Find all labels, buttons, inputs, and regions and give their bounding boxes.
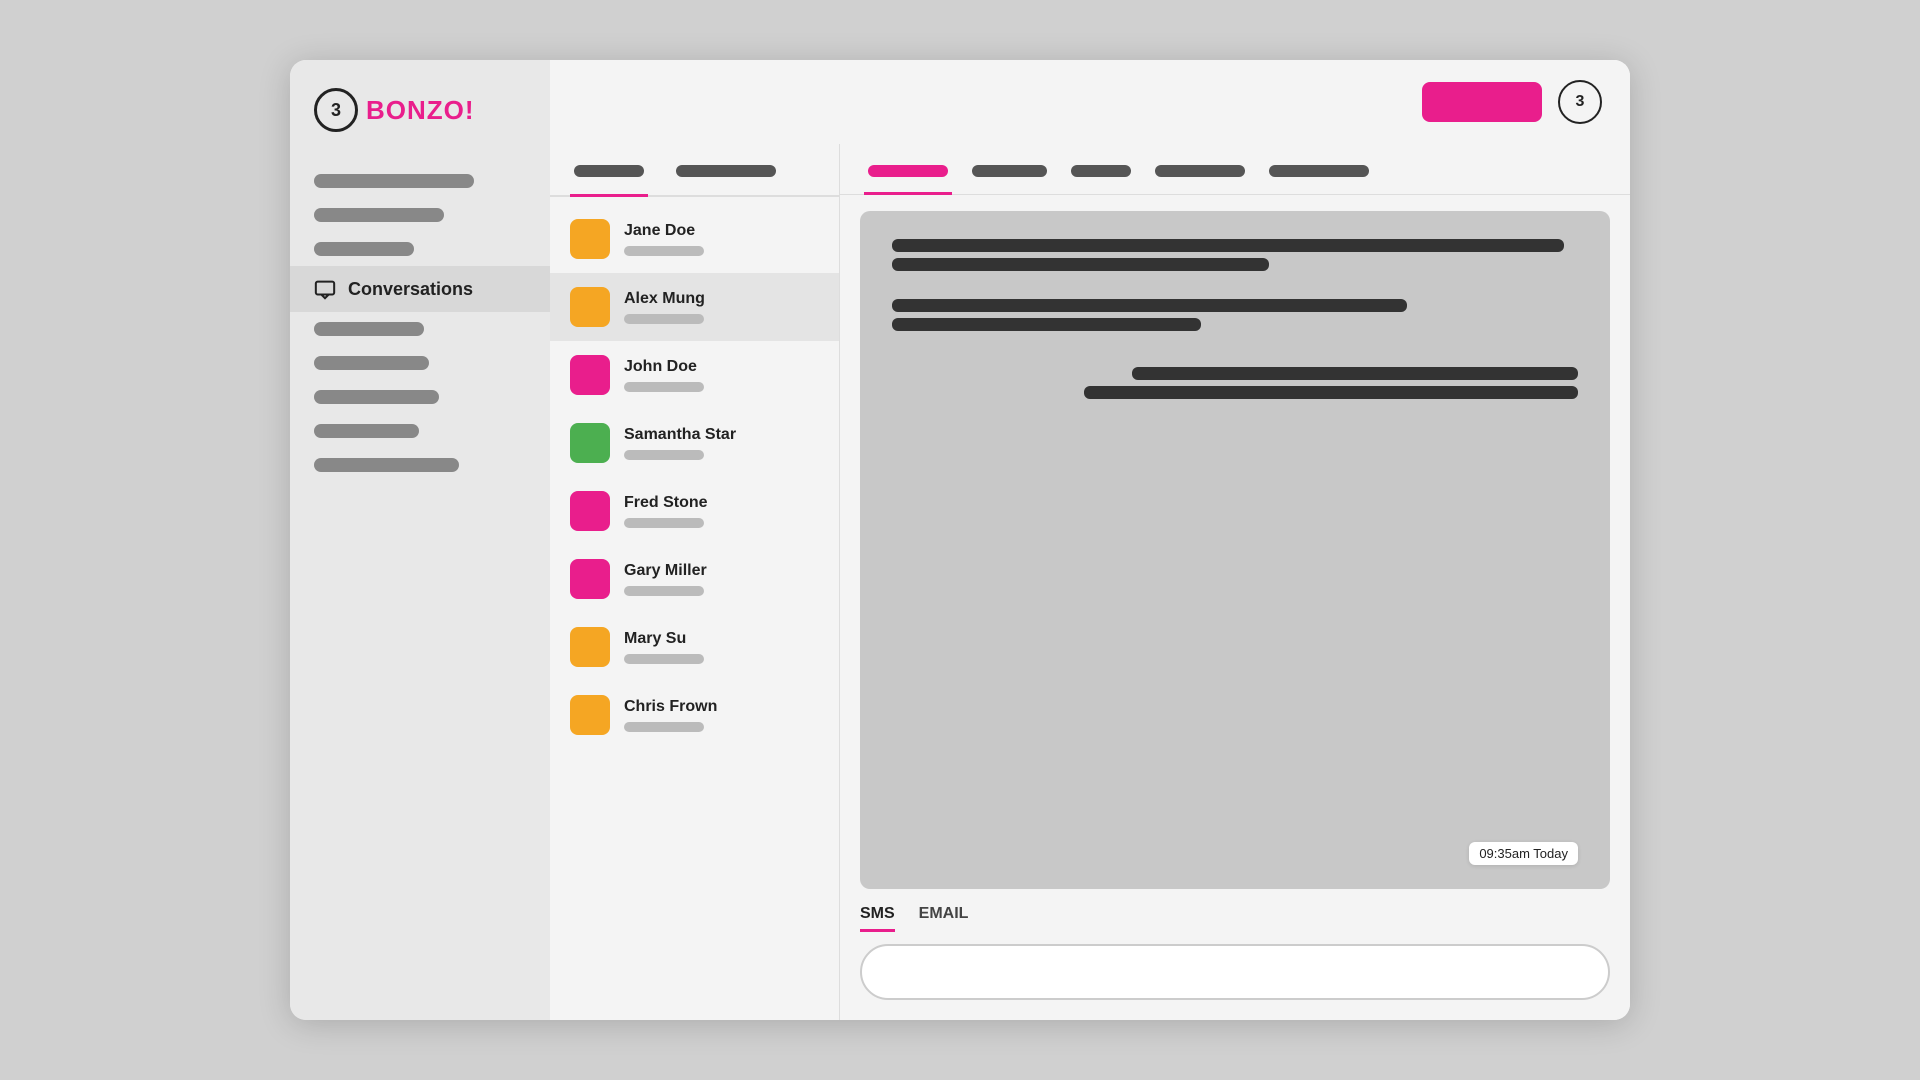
sidebar: 3 BONZO! Conversations <box>290 60 550 1020</box>
sidebar-nav-bar-5 <box>314 356 429 370</box>
contact-name-gary-miller: Gary Miller <box>624 562 707 580</box>
content-body: Jane Doe Alex Mung <box>550 144 1630 1020</box>
contact-avatar-jane-doe <box>570 219 610 259</box>
messages-area: 09:35am Today <box>860 211 1610 889</box>
conv-tab-2[interactable] <box>1067 156 1135 195</box>
main-area: 3 Jane Doe <box>550 60 1630 1020</box>
contact-name-john-doe: John Doe <box>624 358 704 376</box>
contact-info-alex-mung: Alex Mung <box>624 290 705 324</box>
timestamp-badge: 09:35am Today <box>1469 842 1578 865</box>
sidebar-nav-bar-2 <box>314 208 444 222</box>
contact-name-alex-mung: Alex Mung <box>624 290 705 308</box>
conversations-icon <box>314 278 336 300</box>
contact-item-john-doe[interactable]: John Doe <box>550 341 839 409</box>
conv-tab-bar-1 <box>972 165 1047 177</box>
contact-preview-mary-su <box>624 654 704 664</box>
contact-preview-jane-doe <box>624 246 704 256</box>
message-bubble-3 <box>892 367 1578 399</box>
sidebar-nav-bar-6 <box>314 390 439 404</box>
contact-preview-fred-stone <box>624 518 704 528</box>
contact-info-gary-miller: Gary Miller <box>624 562 707 596</box>
logo-circle: 3 <box>314 88 358 132</box>
compose-tabs: SMS EMAIL <box>860 905 1610 932</box>
conv-tab-1[interactable] <box>968 156 1051 195</box>
logo-text: BONZO! <box>366 95 475 126</box>
compose-tab-sms[interactable]: SMS <box>860 905 895 932</box>
msg-bar-3-1 <box>1132 367 1578 380</box>
contact-list: Jane Doe Alex Mung <box>550 197 839 757</box>
contact-item-jane-doe[interactable]: Jane Doe <box>550 205 839 273</box>
contact-preview-chris-frown <box>624 722 704 732</box>
contact-name-mary-su: Mary Su <box>624 630 704 648</box>
conv-tab-0[interactable] <box>864 156 952 195</box>
message-bubble-1 <box>892 239 1578 271</box>
contact-name-jane-doe: Jane Doe <box>624 222 704 240</box>
app-window: 3 BONZO! Conversations <box>290 60 1630 1020</box>
contact-avatar-john-doe <box>570 355 610 395</box>
contact-info-samantha-star: Samantha Star <box>624 426 736 460</box>
msg-bar-3-2 <box>1084 386 1578 399</box>
conv-tab-bar-2 <box>1071 165 1131 177</box>
sidebar-nav-bar-3 <box>314 242 414 256</box>
contact-avatar-chris-frown <box>570 695 610 735</box>
sidebar-nav-bar-1 <box>314 174 474 188</box>
header-action-button[interactable] <box>1422 82 1542 122</box>
contact-tab-1[interactable] <box>672 156 780 197</box>
sidebar-nav: Conversations <box>290 156 550 1020</box>
contact-item-chris-frown[interactable]: Chris Frown <box>550 681 839 749</box>
contact-info-fred-stone: Fred Stone <box>624 494 708 528</box>
contact-avatar-alex-mung <box>570 287 610 327</box>
top-header: 3 <box>550 60 1630 144</box>
contact-name-chris-frown: Chris Frown <box>624 698 717 716</box>
contact-list-tabs <box>550 144 839 197</box>
contact-item-alex-mung[interactable]: Alex Mung <box>550 273 839 341</box>
contact-item-mary-su[interactable]: Mary Su <box>550 613 839 681</box>
contact-info-chris-frown: Chris Frown <box>624 698 717 732</box>
contact-preview-alex-mung <box>624 314 704 324</box>
header-avatar[interactable]: 3 <box>1558 80 1602 124</box>
contact-avatar-fred-stone <box>570 491 610 531</box>
conv-tab-bar-3 <box>1155 165 1245 177</box>
contact-info-mary-su: Mary Su <box>624 630 704 664</box>
sidebar-nav-bar-4 <box>314 322 424 336</box>
conversations-label: Conversations <box>348 279 473 300</box>
msg-bar-1-1 <box>892 239 1564 252</box>
contact-item-gary-miller[interactable]: Gary Miller <box>550 545 839 613</box>
sidebar-item-conversations[interactable]: Conversations <box>290 266 550 312</box>
conv-tab-3[interactable] <box>1151 156 1249 195</box>
message-bubble-2 <box>892 299 1578 331</box>
msg-bar-2-2 <box>892 318 1201 331</box>
conv-tab-bar-0 <box>868 165 948 177</box>
sidebar-nav-bar-8 <box>314 458 459 472</box>
sidebar-nav-bar-7 <box>314 424 419 438</box>
conv-tab-4[interactable] <box>1265 156 1373 195</box>
conv-tab-bar-4 <box>1269 165 1369 177</box>
contact-preview-samantha-star <box>624 450 704 460</box>
contact-tab-0[interactable] <box>570 156 648 197</box>
msg-bar-2-1 <box>892 299 1407 312</box>
msg-bar-1-2 <box>892 258 1269 271</box>
contact-avatar-mary-su <box>570 627 610 667</box>
compose-tab-email[interactable]: EMAIL <box>919 905 969 932</box>
contact-item-fred-stone[interactable]: Fred Stone <box>550 477 839 545</box>
contact-avatar-samantha-star <box>570 423 610 463</box>
contact-item-samantha-star[interactable]: Samantha Star <box>550 409 839 477</box>
contact-name-fred-stone: Fred Stone <box>624 494 708 512</box>
conversation-tabs <box>840 144 1630 195</box>
compose-input[interactable] <box>860 944 1610 1000</box>
contact-preview-john-doe <box>624 382 704 392</box>
contact-list-panel: Jane Doe Alex Mung <box>550 144 840 1020</box>
contact-avatar-gary-miller <box>570 559 610 599</box>
contact-preview-gary-miller <box>624 586 704 596</box>
logo: 3 BONZO! <box>290 60 550 156</box>
contact-name-samantha-star: Samantha Star <box>624 426 736 444</box>
contact-info-john-doe: John Doe <box>624 358 704 392</box>
contact-info-jane-doe: Jane Doe <box>624 222 704 256</box>
conversation-panel: 09:35am Today SMS EMAIL <box>840 144 1630 1020</box>
compose-area: SMS EMAIL <box>840 905 1630 1020</box>
